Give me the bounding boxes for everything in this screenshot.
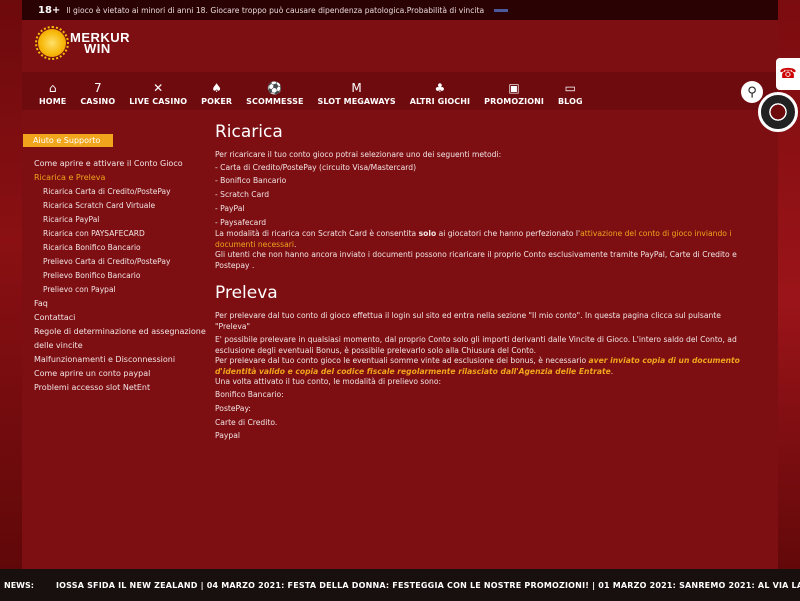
background-right bbox=[778, 0, 800, 601]
sidebar-item[interactable]: Prelievo Bonifico Bancario bbox=[22, 269, 212, 283]
megaways-icon: M bbox=[351, 81, 362, 95]
no-documents-note: Gli utenti che non hanno ancora inviato … bbox=[215, 250, 737, 270]
nav-label: PROMOZIONI bbox=[484, 97, 544, 106]
sidebar-item[interactable]: Prelievo con Paypal bbox=[22, 283, 212, 297]
ricarica-method-item: - Carta di Credito/PostePay (circuito Vi… bbox=[215, 162, 417, 172]
nav-item-live-casino[interactable]: ✕ LIVE CASINO bbox=[122, 81, 194, 110]
sidebar-item[interactable]: Ricarica PayPal bbox=[22, 213, 212, 227]
nav-label: POKER bbox=[201, 97, 233, 106]
nav-item-poker[interactable]: ♠ POKER bbox=[194, 81, 239, 110]
sun-logo-icon bbox=[35, 26, 69, 60]
slot-7-icon: 7 bbox=[93, 81, 102, 95]
games-icon: ♣ bbox=[434, 81, 446, 95]
news-headlines[interactable]: IOSSA SFIDA IL NEW ZEALAND | 04 MARZO 20… bbox=[56, 581, 800, 590]
nav-label: LIVE CASINO bbox=[129, 97, 188, 106]
main-content: Ricarica Per ricaricare il tuo conto gio… bbox=[215, 118, 755, 443]
background-left bbox=[0, 0, 22, 601]
sidebar-item[interactable]: delle vincite bbox=[22, 339, 212, 353]
merkurwin-logo[interactable]: MERKUR WIN bbox=[35, 26, 131, 60]
ricarica-title: Ricarica bbox=[215, 122, 283, 142]
preleva-title: Preleva bbox=[215, 283, 278, 304]
sidebar-item[interactable]: Problemi accesso slot NetEnt bbox=[22, 381, 212, 395]
logo-wordmark: MERKUR WIN bbox=[70, 30, 131, 56]
sidebar-item[interactable]: Ricarica Carta di Credito/PostePay bbox=[22, 185, 212, 199]
sidebar-item[interactable]: Malfunzionamenti e Disconnessioni bbox=[22, 353, 212, 367]
regulatory-bar: 18+ Il gioco è vietato ai minori di anni… bbox=[22, 0, 778, 20]
nav-label: CASINO bbox=[80, 97, 116, 106]
nav-item-promozioni[interactable]: ▣ PROMOZIONI bbox=[477, 81, 551, 110]
probability-link-icon[interactable] bbox=[494, 8, 509, 12]
nav-item-casino[interactable]: 7 CASINO bbox=[73, 81, 122, 110]
sidebar-item[interactable]: Ricarica Bonifico Bancario bbox=[22, 241, 212, 255]
sidebar-item[interactable]: Ricarica con PAYSAFECARD bbox=[22, 227, 212, 241]
casino-chip-icon[interactable] bbox=[758, 92, 798, 132]
sidebar-menu: Come aprire e attivare il Conto Gioco Ric… bbox=[22, 157, 212, 395]
home-icon: ⌂ bbox=[48, 81, 57, 95]
age-restriction-badge: 18+ bbox=[38, 4, 61, 16]
preleva-paragraph-3: Per prelevare dal tuo conto gioco le eve… bbox=[215, 356, 740, 376]
gambling-disclaimer: Il gioco è vietato ai minori di anni 18.… bbox=[66, 5, 485, 15]
poker-chip-icon: ♠ bbox=[211, 81, 223, 95]
preleva-methods-list: Bonifico Bancario: PostePay: Carte di Cred… bbox=[215, 388, 755, 443]
sidebar-item[interactable]: Ricarica e Preleva bbox=[22, 171, 212, 185]
ricarica-intro: Per ricaricare il tuo conto gioco potrai… bbox=[215, 150, 502, 159]
main-navigation: ⌂ HOME 7 CASINO ✕ LIVE CASINO ♠ POKER ⚽ SCOMMESSE… bbox=[22, 72, 778, 110]
nav-label: BLOG bbox=[557, 97, 583, 106]
sidebar-item[interactable]: Come aprire e attivare il Conto Gioco bbox=[22, 157, 212, 171]
nav-item-blog[interactable]: ▭ BLOG bbox=[551, 81, 590, 110]
preleva-paragraph-1: Per prelevare dal tuo conto di gioco eff… bbox=[215, 311, 721, 331]
sidebar-item[interactable]: Regole di determinazione ed assegnazione bbox=[22, 325, 212, 339]
soccer-ball-icon: ⚽ bbox=[267, 81, 283, 95]
ricarica-method-item: - PayPal bbox=[215, 203, 245, 213]
preleva-method-item: Carte di Credito. bbox=[215, 417, 278, 427]
sidebar-item[interactable]: Come aprire un conto paypal bbox=[22, 367, 212, 381]
nav-item-altri-giochi[interactable]: ♣ ALTRI GIOCHI bbox=[403, 81, 477, 110]
nav-label: HOME bbox=[39, 97, 67, 106]
chat-bubble-icon: ▭ bbox=[564, 81, 576, 95]
preleva-method-item: PostePay: bbox=[215, 403, 251, 413]
ricarica-method-item: - Scratch Card bbox=[215, 190, 270, 200]
help-sidebar: Aiuto e Supporto Come aprire e attivare … bbox=[22, 128, 212, 395]
nav-label: ALTRI GIOCHI bbox=[409, 97, 471, 106]
preleva-paragraph-2: E' possibile prelevare in qualsiasi mome… bbox=[215, 335, 737, 355]
gift-icon: ▣ bbox=[508, 81, 520, 95]
ricarica-method-item: - Paysafecard bbox=[215, 217, 267, 227]
news-ticker: NEWS: IOSSA SFIDA IL NEW ZEALAND | 04 MA… bbox=[0, 569, 800, 601]
scratch-card-note: La modalità di ricarica con Scratch Card… bbox=[215, 229, 732, 249]
site-header: MERKUR WIN bbox=[22, 20, 778, 72]
sidebar-item[interactable]: Ricarica Scratch Card Virtuale bbox=[22, 199, 212, 213]
sidebar-item[interactable]: Faq bbox=[22, 297, 212, 311]
news-label: NEWS: bbox=[4, 580, 34, 590]
nav-item-scommesse[interactable]: ⚽ SCOMMESSE bbox=[239, 81, 310, 110]
sidebar-heading: Aiuto e Supporto bbox=[23, 134, 113, 147]
ricarica-method-item: - Bonifico Bancario bbox=[215, 176, 287, 186]
nav-label: SLOT MEGAWAYS bbox=[317, 97, 396, 106]
sidebar-item[interactable]: Prelievo Carta di Credito/PostePay bbox=[22, 255, 212, 269]
preleva-method-item: Bonifico Bancario: bbox=[215, 389, 284, 399]
nav-item-home[interactable]: ⌂ HOME bbox=[32, 81, 73, 110]
ricarica-methods-list: - Carta di Credito/PostePay (circuito Vi… bbox=[215, 161, 755, 230]
preleva-method-item: Paypal bbox=[215, 431, 240, 441]
nav-item-slot-megaways[interactable]: M SLOT MEGAWAYS bbox=[311, 81, 403, 110]
nav-label: SCOMMESSE bbox=[246, 97, 304, 106]
live-casino-icon: ✕ bbox=[153, 81, 164, 95]
search-icon[interactable]: ⚲ bbox=[741, 81, 763, 103]
phone-support-icon[interactable]: ☎ bbox=[776, 58, 800, 90]
sidebar-item[interactable]: Contattaci bbox=[22, 311, 212, 325]
preleva-paragraph-4: Una volta attivato il tuo conto, le moda… bbox=[215, 377, 442, 387]
